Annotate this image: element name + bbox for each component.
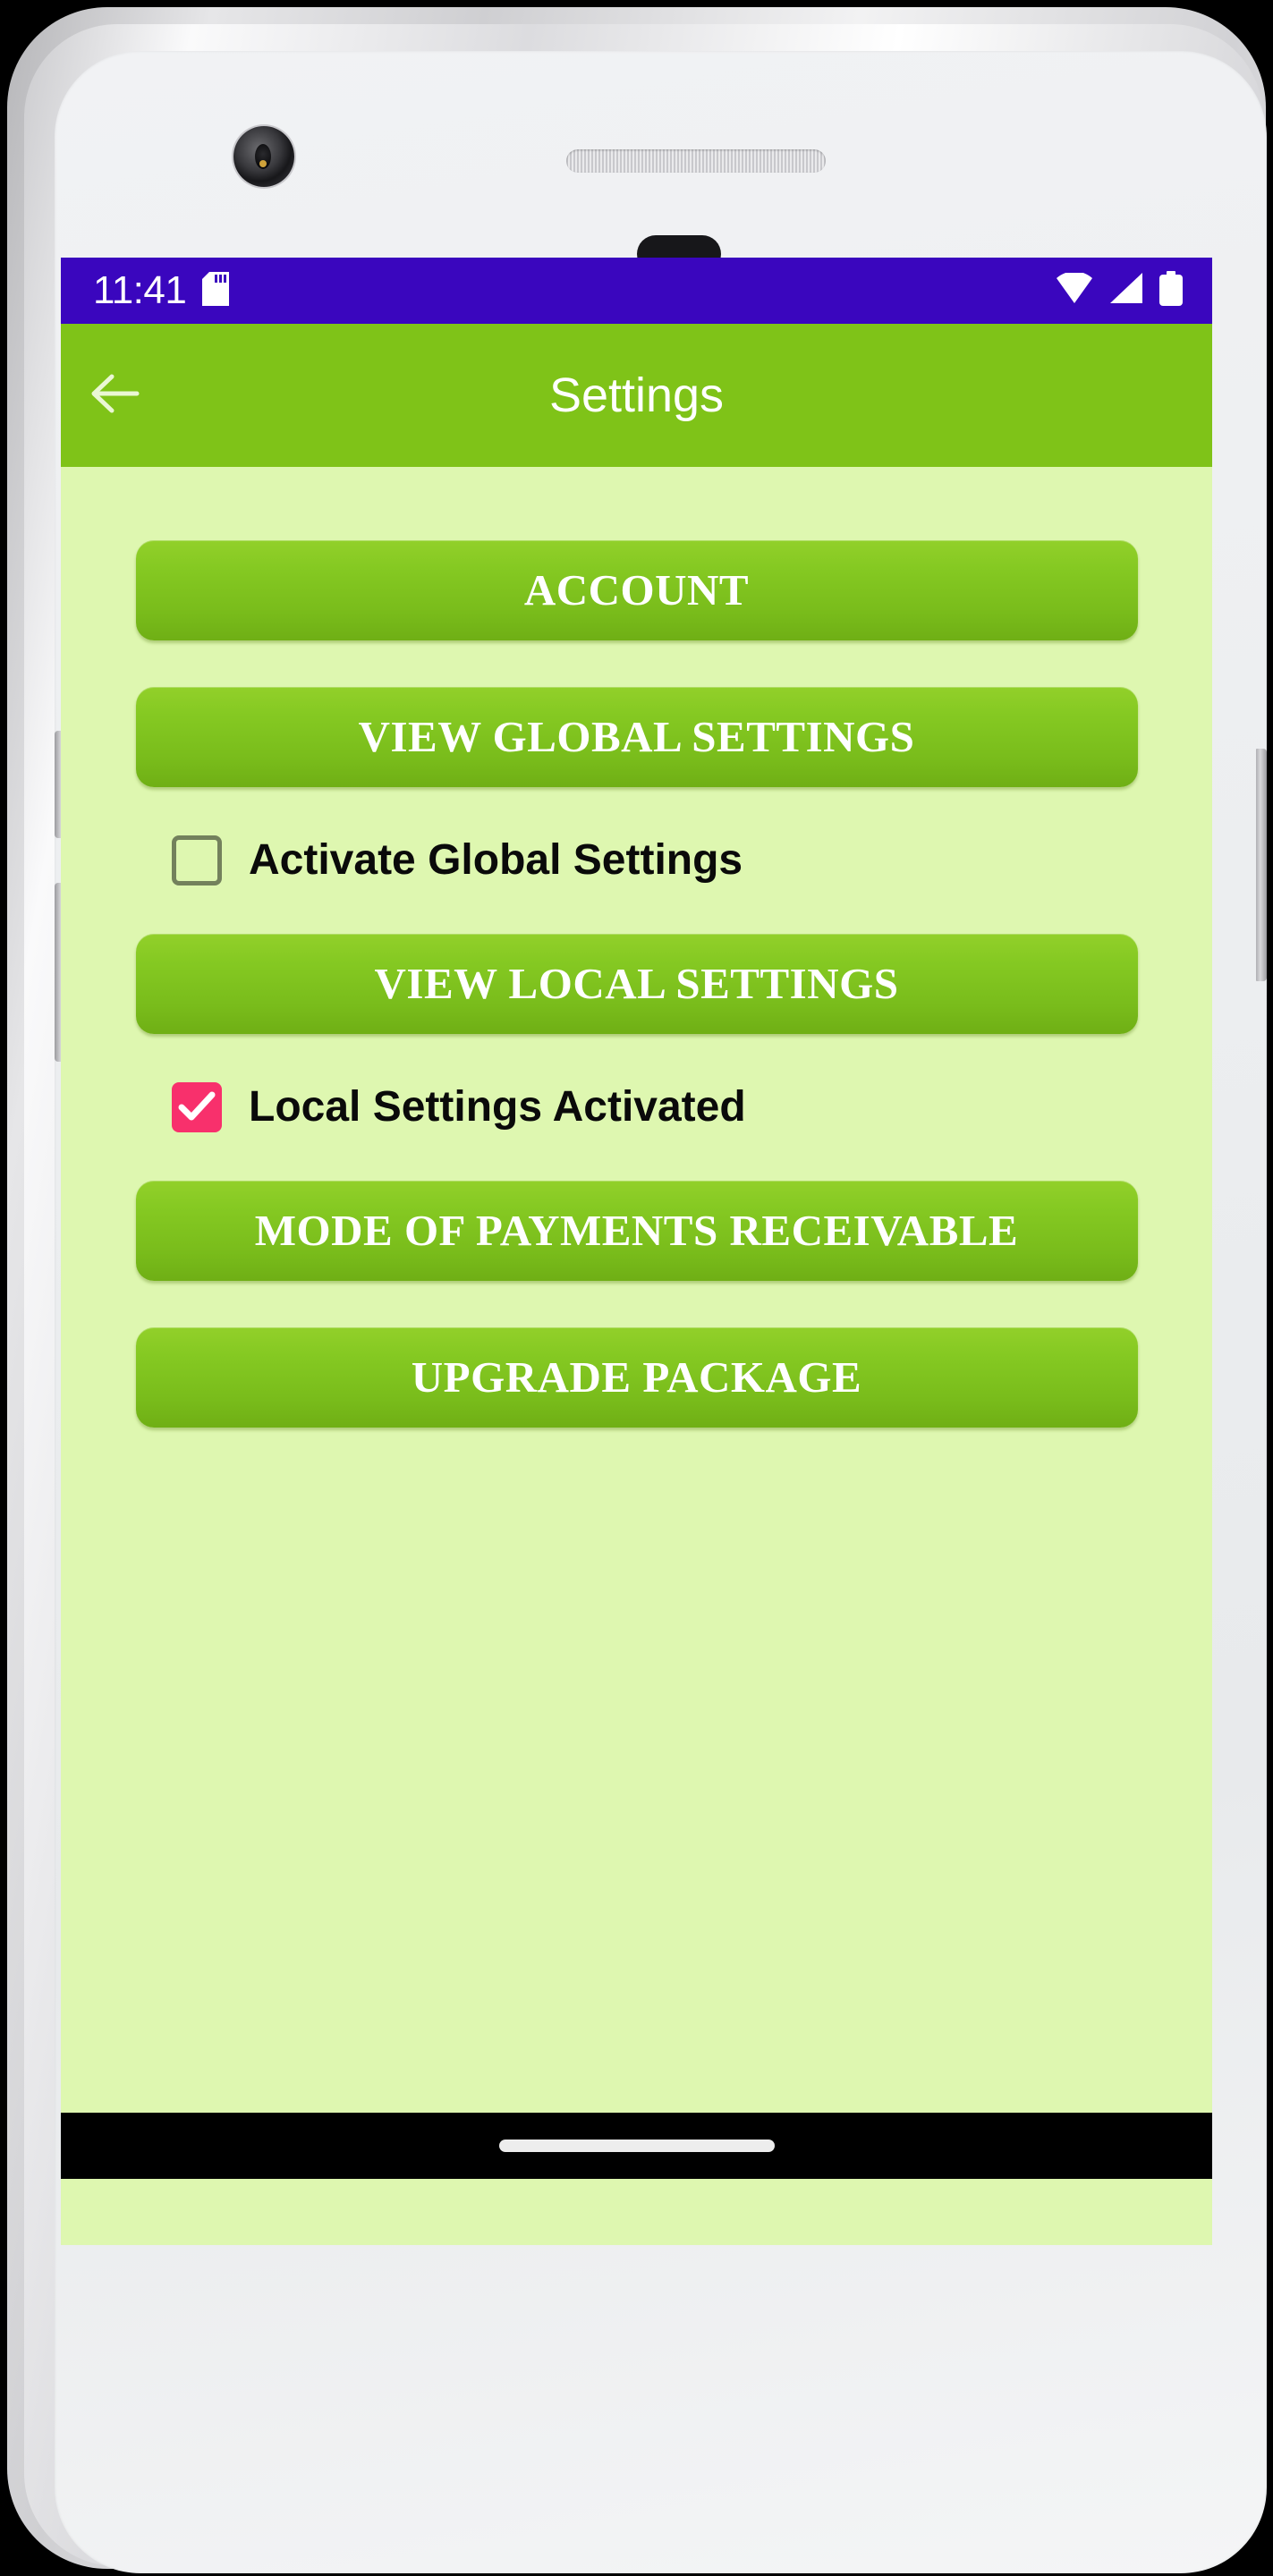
app-bar: Settings bbox=[61, 324, 1212, 467]
status-bar: 11:41 bbox=[61, 258, 1212, 324]
account-button[interactable]: ACCOUNT bbox=[135, 540, 1138, 640]
local-settings-activated-checkbox[interactable] bbox=[172, 1082, 222, 1132]
settings-content: ACCOUNT VIEW GLOBAL SETTINGS Activate Gl… bbox=[61, 467, 1212, 2113]
back-button[interactable] bbox=[61, 324, 168, 467]
home-gesture-pill[interactable] bbox=[498, 2140, 775, 2152]
page-title: Settings bbox=[548, 369, 725, 422]
phone-screen: 11:41 Settings ACCOUNT VIEW GLOBAL SETTI… bbox=[61, 258, 1212, 2245]
wifi-icon bbox=[1055, 270, 1094, 309]
local-settings-activated-label: Local Settings Activated bbox=[249, 1083, 746, 1131]
front-camera-icon bbox=[233, 126, 294, 187]
status-bar-left: 11:41 bbox=[93, 268, 230, 313]
mode-of-payments-receivable-button[interactable]: MODE OF PAYMENTS RECEIVABLE bbox=[135, 1181, 1138, 1281]
local-settings-activated-row[interactable]: Local Settings Activated bbox=[61, 1066, 1212, 1148]
sd-card-icon bbox=[202, 271, 230, 310]
status-bar-clock: 11:41 bbox=[93, 268, 187, 312]
arrow-left-icon bbox=[89, 373, 140, 419]
upgrade-package-button[interactable]: UPGRADE PACKAGE bbox=[135, 1327, 1138, 1428]
camera-glint bbox=[259, 160, 267, 167]
cellular-signal-icon bbox=[1108, 272, 1144, 309]
system-navigation-bar bbox=[61, 2113, 1212, 2179]
view-global-settings-button[interactable]: VIEW GLOBAL SETTINGS bbox=[135, 687, 1138, 787]
battery-icon bbox=[1158, 270, 1184, 311]
activate-global-settings-checkbox[interactable] bbox=[172, 835, 222, 886]
view-local-settings-button[interactable]: VIEW LOCAL SETTINGS bbox=[135, 934, 1138, 1034]
activate-global-settings-row[interactable]: Activate Global Settings bbox=[61, 819, 1212, 902]
device-frame: 11:41 Settings ACCOUNT VIEW GLOBAL SETTI… bbox=[0, 0, 1273, 2576]
status-bar-right bbox=[1055, 270, 1184, 311]
activate-global-settings-label: Activate Global Settings bbox=[249, 836, 743, 884]
power-button[interactable] bbox=[1256, 749, 1267, 981]
earpiece-speaker bbox=[566, 149, 826, 173]
